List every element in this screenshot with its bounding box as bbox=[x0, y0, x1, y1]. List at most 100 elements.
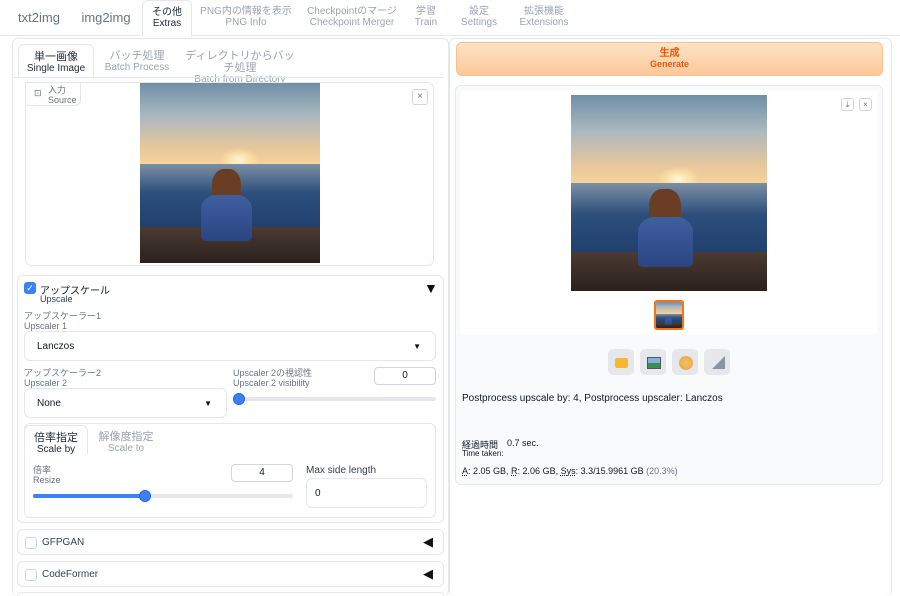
time-taken-label-en: Time taken: bbox=[462, 449, 504, 458]
close-icon: × bbox=[417, 91, 423, 102]
gfpgan-section[interactable]: GFPGAN ◀ bbox=[17, 529, 444, 555]
codeformer-checkbox[interactable] bbox=[25, 569, 37, 581]
tab-label-en: Extensions bbox=[519, 17, 569, 28]
ruler-icon bbox=[712, 356, 725, 369]
expand-triangle-icon[interactable]: ◀ bbox=[423, 566, 433, 582]
subtab-batch-from-directory[interactable]: ディレクトリからバッチ処理 Batch from Directory bbox=[184, 44, 296, 85]
dropdown-caret-icon: ▼ bbox=[204, 399, 212, 408]
download-button[interactable]: ⤓ bbox=[841, 98, 854, 111]
resize-slider-knob[interactable] bbox=[138, 490, 151, 502]
collapse-triangle-icon[interactable]: ▼ bbox=[424, 280, 438, 296]
download-icon: ⤓ bbox=[845, 100, 850, 109]
generate-label-jp: 生成 bbox=[659, 48, 680, 59]
main-tab-bar: txt2img img2img その他 Extras PNG内の情報を表示 PN… bbox=[0, 0, 900, 37]
memory-usage: A: 2.05 GB, R: 2.06 GB, Sys: 3.3/15.9961… bbox=[462, 466, 678, 476]
scale-tab-label-en: Scale by bbox=[36, 444, 76, 456]
tab-label-en: PNG Info bbox=[225, 17, 267, 28]
upscaler2-value: None bbox=[37, 398, 61, 409]
visibility-number-input[interactable]: 0 bbox=[374, 367, 436, 385]
upscaler2-dropdown[interactable]: None ▼ bbox=[24, 388, 227, 418]
tab-png-info[interactable]: PNG内の情報を表示 PNG Info bbox=[198, 0, 294, 36]
clear-source-button[interactable]: × bbox=[412, 89, 428, 105]
memory-percent: (20.3%) bbox=[643, 466, 678, 476]
generation-info: Postprocess upscale by: 4, Postprocess u… bbox=[462, 393, 723, 404]
send-to-extras-button[interactable] bbox=[704, 349, 730, 375]
max-side-value: 0 bbox=[315, 488, 321, 499]
tab-label-jp: 学習 bbox=[416, 6, 436, 17]
subtab-label-jp: ディレクトリからバッチ処理 bbox=[185, 50, 295, 75]
palette-icon bbox=[679, 356, 693, 370]
send-to-img2img-button[interactable] bbox=[640, 349, 666, 375]
tab-label-en: Extras bbox=[152, 18, 182, 29]
subtab-label-jp: 単一画像 bbox=[34, 51, 78, 63]
visibility-slider-track[interactable] bbox=[237, 397, 436, 401]
source-label-jp: 入力 bbox=[48, 85, 67, 95]
tab-scale-by[interactable]: 倍率指定 Scale by bbox=[24, 425, 88, 455]
max-side-input[interactable]: 0 bbox=[306, 478, 427, 508]
tab-label: img2img bbox=[81, 10, 131, 25]
subtab-label-jp: バッチ処理 bbox=[109, 50, 165, 62]
upscale-title-en: Upscale bbox=[40, 294, 73, 304]
send-to-inpaint-button[interactable] bbox=[672, 349, 698, 375]
max-side-label: Max side length bbox=[306, 465, 377, 476]
tab-scale-to[interactable]: 解像度指定 Scale to bbox=[94, 425, 158, 455]
tab-extensions[interactable]: 拡張機能 Extensions bbox=[514, 0, 574, 36]
resize-label-en: Resize bbox=[33, 475, 61, 485]
tab-extras[interactable]: その他 Extras bbox=[142, 0, 192, 37]
subtab-batch-process[interactable]: バッチ処理 Batch Process bbox=[100, 44, 174, 76]
tab-label-en: Settings bbox=[460, 17, 498, 28]
upscale-checkbox[interactable]: ✓ bbox=[24, 282, 36, 294]
tab-label-en: Train bbox=[414, 17, 438, 28]
folder-icon bbox=[615, 358, 628, 368]
resize-value: 4 bbox=[259, 467, 265, 478]
scale-tab-label-en: Scale to bbox=[107, 443, 145, 455]
tab-img2img[interactable]: img2img bbox=[74, 0, 138, 36]
close-gallery-button[interactable]: × bbox=[859, 98, 872, 111]
memory-sys-value: : 3.3/15.9961 GB bbox=[575, 466, 644, 476]
upscaler1-label-jp: アップスケーラー1 bbox=[24, 311, 102, 321]
resize-number-input[interactable]: 4 bbox=[231, 464, 293, 482]
gfpgan-label: GFPGAN bbox=[42, 537, 85, 548]
subtab-divider bbox=[13, 77, 444, 78]
subtab-label-en: Batch Process bbox=[104, 62, 170, 74]
resize-slider-fill bbox=[33, 494, 145, 498]
memory-r-value: : 2.06 GB, bbox=[517, 466, 561, 476]
visibility-label-en: Upscaler 2 visibility bbox=[233, 378, 310, 388]
upscaler2-label-en: Upscaler 2 bbox=[24, 378, 68, 388]
scale-tab-label-jp: 解像度指定 bbox=[98, 431, 154, 443]
upscaler1-dropdown[interactable]: Lanczos ▼ bbox=[24, 331, 436, 361]
next-section-edge bbox=[17, 592, 444, 596]
tab-label: txt2img bbox=[18, 10, 60, 25]
tab-label-jp: その他 bbox=[152, 7, 182, 18]
gallery-thumbnail[interactable] bbox=[654, 300, 684, 330]
output-image[interactable] bbox=[571, 95, 767, 291]
upscaler2-label-jp: アップスケーラー2 bbox=[24, 368, 102, 378]
visibility-slider-knob[interactable] bbox=[233, 393, 245, 405]
generate-label-en: Generate bbox=[649, 58, 690, 69]
tab-label-jp: 設定 bbox=[469, 6, 489, 17]
memory-a-value: : 2.05 GB, bbox=[468, 466, 512, 476]
close-icon: × bbox=[863, 100, 868, 109]
tab-checkpoint-merger[interactable]: Checkpointのマージ Checkpoint Merger bbox=[304, 0, 400, 36]
image-icon: ⊡ bbox=[34, 88, 42, 98]
tab-train[interactable]: 学習 Train bbox=[408, 0, 444, 36]
tab-label-jp: Checkpointのマージ bbox=[307, 6, 397, 17]
memory-sys-label: Sys bbox=[560, 466, 576, 476]
open-folder-button[interactable] bbox=[608, 349, 634, 375]
scale-tab-label-jp: 倍率指定 bbox=[34, 432, 78, 444]
codeformer-section[interactable]: CodeFormer ◀ bbox=[17, 561, 444, 587]
upscaler1-label-en: Upscaler 1 bbox=[24, 321, 68, 331]
subtab-label-en: Single Image bbox=[26, 63, 86, 75]
gfpgan-checkbox[interactable] bbox=[25, 537, 37, 549]
subtab-single-image[interactable]: 単一画像 Single Image bbox=[18, 44, 94, 77]
tab-settings[interactable]: 設定 Settings bbox=[456, 0, 502, 36]
expand-triangle-icon[interactable]: ◀ bbox=[423, 534, 433, 550]
generate-button[interactable]: 生成 Generate bbox=[456, 42, 883, 76]
upscaler1-value: Lanczos bbox=[37, 341, 75, 352]
source-image bbox=[140, 83, 320, 263]
resize-label-jp: 倍率 bbox=[33, 465, 52, 475]
image-icon bbox=[647, 357, 661, 369]
tab-label-jp: 拡張機能 bbox=[524, 6, 564, 17]
tab-txt2img[interactable]: txt2img bbox=[8, 0, 70, 36]
source-label: ⊡ 入力 Source bbox=[25, 82, 81, 106]
